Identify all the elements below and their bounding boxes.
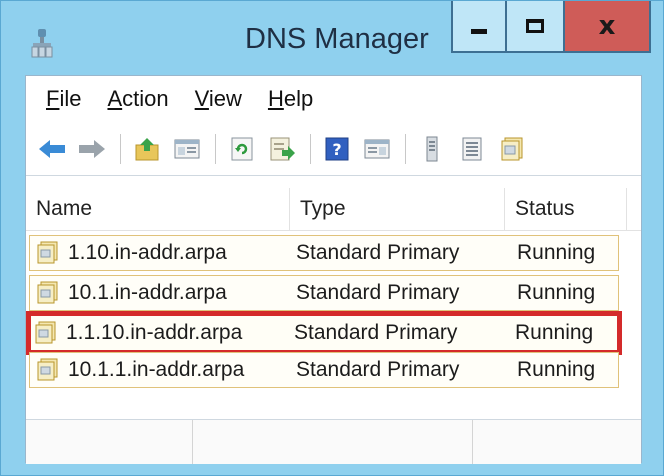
forward-arrow-icon xyxy=(79,139,105,158)
list-header: Name Type Status xyxy=(26,188,641,231)
zone-list-view: Name Type Status 1.10.in-addr.arpa Stand… xyxy=(26,176,641,464)
close-icon: x xyxy=(598,11,616,41)
back-button[interactable] xyxy=(36,133,68,165)
menu-view[interactable]: View xyxy=(195,86,242,112)
zone-type: Standard Primary xyxy=(296,358,460,381)
dns-manager-icon xyxy=(31,29,53,58)
column-header-status[interactable]: Status xyxy=(505,188,627,230)
status-pane xyxy=(26,420,193,464)
minimize-button[interactable] xyxy=(451,1,507,53)
zone-file-icon xyxy=(37,358,58,381)
menu-action[interactable]: Action xyxy=(107,86,168,112)
minimize-icon xyxy=(471,28,487,34)
zone-name: 1.1.10.in-addr.arpa xyxy=(66,321,243,344)
show-hide-action-pane-icon xyxy=(364,139,390,158)
menu-file[interactable]: File xyxy=(46,86,81,112)
status-pane xyxy=(472,420,642,464)
server-button[interactable] xyxy=(416,133,448,165)
maximize-icon xyxy=(526,19,544,33)
zone-status: Running xyxy=(517,281,596,304)
status-bar xyxy=(26,419,641,464)
title-bar[interactable]: DNS Manager x xyxy=(1,1,664,75)
zone-file-icon xyxy=(35,321,56,344)
refresh-icon xyxy=(231,137,253,160)
toolbar-separator xyxy=(310,133,311,164)
window-title: DNS Manager xyxy=(245,23,429,55)
toolbar-separator xyxy=(120,133,121,164)
back-arrow-icon xyxy=(39,139,65,158)
server-icon xyxy=(426,136,438,161)
toolbar-separator xyxy=(215,133,216,164)
zone-type: Standard Primary xyxy=(296,241,460,264)
menu-help[interactable]: Help xyxy=(268,86,313,112)
zone-row[interactable]: 10.1.in-addr.arpa Standard Primary Runni… xyxy=(29,275,619,311)
forward-button[interactable] xyxy=(76,133,108,165)
list-view-icon xyxy=(462,137,482,160)
export-list-icon xyxy=(270,137,295,160)
zone-properties-button[interactable] xyxy=(496,133,528,165)
zone-name: 10.1.in-addr.arpa xyxy=(68,281,227,304)
maximize-button[interactable] xyxy=(507,1,565,53)
zone-type: Standard Primary xyxy=(296,281,460,304)
help-button[interactable]: ? xyxy=(321,133,353,165)
zone-name: 10.1.1.in-addr.arpa xyxy=(68,358,245,381)
show-hide-console-tree-button[interactable] xyxy=(171,133,203,165)
toolbar-separator xyxy=(405,133,406,164)
column-header-name[interactable]: Name xyxy=(26,188,290,230)
zone-status: Running xyxy=(517,241,596,264)
zone-status: Running xyxy=(515,321,594,344)
menu-bar: File Action View Help xyxy=(26,76,641,122)
zone-type: Standard Primary xyxy=(294,321,458,344)
zone-properties-icon xyxy=(501,137,523,160)
export-list-button[interactable] xyxy=(266,133,298,165)
zone-file-icon xyxy=(37,241,58,264)
close-button[interactable]: x xyxy=(565,1,651,53)
zone-status: Running xyxy=(517,358,596,381)
column-header-type[interactable]: Type xyxy=(290,188,505,230)
show-hide-console-tree-icon xyxy=(174,139,200,158)
list-view-button[interactable] xyxy=(456,133,488,165)
up-folder-icon xyxy=(135,137,159,160)
svg-text:?: ? xyxy=(332,140,341,159)
zone-row[interactable]: 1.10.in-addr.arpa Standard Primary Runni… xyxy=(29,235,619,271)
zone-file-icon xyxy=(37,281,58,304)
up-one-level-button[interactable] xyxy=(131,133,163,165)
zone-row[interactable]: 10.1.1.in-addr.arpa Standard Primary Run… xyxy=(29,352,619,388)
help-icon: ? xyxy=(325,137,349,160)
toolbar: ? xyxy=(26,122,641,176)
zone-name: 1.10.in-addr.arpa xyxy=(68,241,227,264)
refresh-button[interactable] xyxy=(226,133,258,165)
console-client-area: File Action View Help ? Name Type Status… xyxy=(25,75,642,464)
show-hide-action-pane-button[interactable] xyxy=(361,133,393,165)
zone-row-highlighted[interactable]: 1.1.10.in-addr.arpa Standard Primary Run… xyxy=(26,311,622,355)
dns-manager-window: DNS Manager x File Action View Help ? Na… xyxy=(0,0,664,476)
status-pane xyxy=(192,420,473,464)
